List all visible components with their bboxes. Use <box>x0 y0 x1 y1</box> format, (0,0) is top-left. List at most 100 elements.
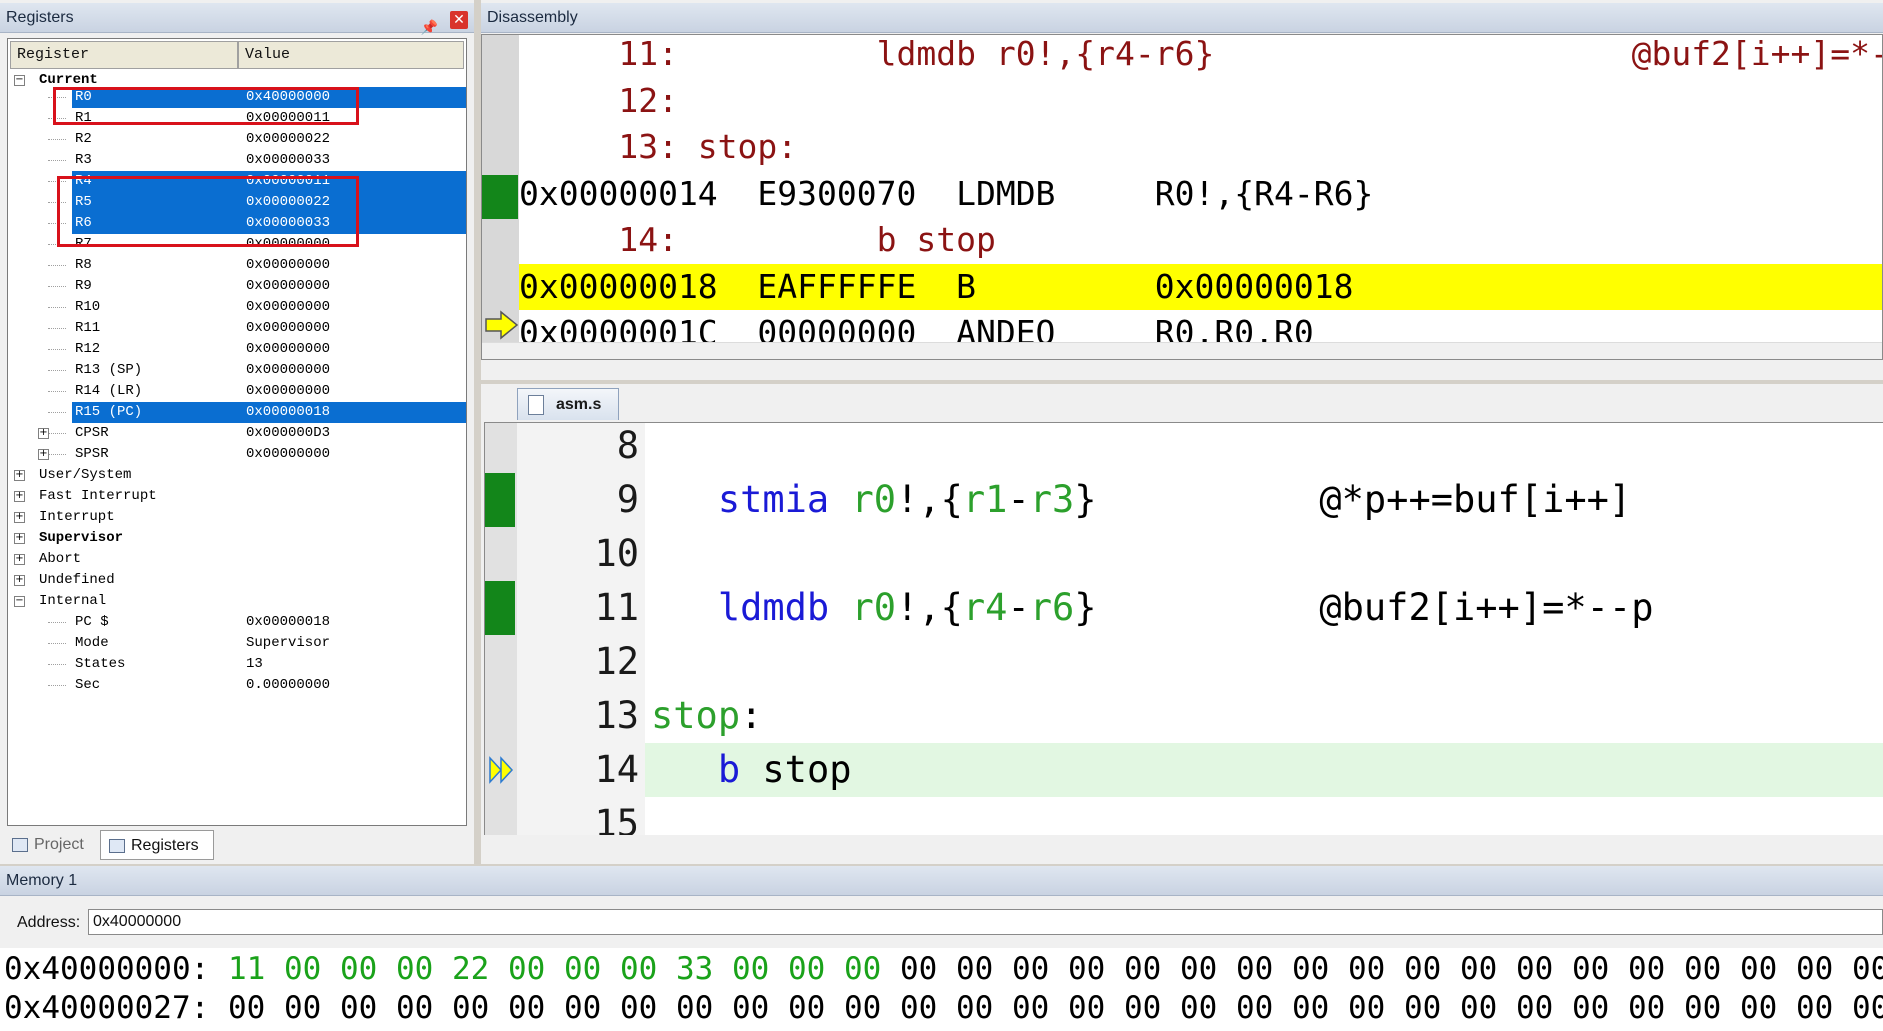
memory-byte[interactable]: 00 <box>1740 990 1777 1026</box>
memory-byte[interactable]: 00 <box>564 951 601 987</box>
internal-value[interactable]: Supervisor <box>246 633 330 654</box>
memory-byte[interactable]: 00 <box>284 990 321 1026</box>
memory-byte[interactable]: 00 <box>284 951 321 987</box>
memory-byte[interactable]: 00 <box>900 990 937 1026</box>
expand-icon[interactable]: + <box>14 512 25 523</box>
disassembly-line[interactable]: 0x00000018 EAFFFFFE B 0x00000018 <box>519 263 1882 310</box>
memory-byte[interactable]: 00 <box>1068 990 1105 1026</box>
expand-icon[interactable]: + <box>14 533 25 544</box>
memory-byte[interactable]: 00 <box>1292 951 1329 987</box>
collapse-icon[interactable]: − <box>14 75 25 86</box>
registers-tree[interactable]: Register Value − Current R0 0x40000000 R1 0x0… <box>7 38 467 826</box>
register-value[interactable]: 0x00000000 <box>246 444 330 465</box>
memory-byte[interactable]: 00 <box>1628 990 1665 1026</box>
address-input[interactable]: 0x40000000 <box>88 909 1883 935</box>
memory-byte[interactable]: 00 <box>396 951 433 987</box>
tab-project[interactable]: Project <box>4 830 96 860</box>
source-line[interactable]: 14: b stop <box>519 217 1882 263</box>
memory-byte[interactable]: 00 <box>1572 990 1609 1026</box>
memory-byte[interactable]: 00 <box>452 990 489 1026</box>
memory-byte[interactable]: 00 <box>1404 951 1441 987</box>
memory-byte[interactable]: 00 <box>1180 990 1217 1026</box>
memory-byte[interactable]: 00 <box>1348 990 1385 1026</box>
source-editor[interactable]: 89 stmia r0!,{r1-r3} @*p++=buf[i++] 10 11 … <box>484 422 1883 835</box>
expand-icon[interactable]: + <box>14 491 25 502</box>
register-row[interactable]: R9 0x00000000 <box>8 276 466 297</box>
memory-byte[interactable]: 00 <box>620 990 657 1026</box>
memory-byte[interactable]: 00 <box>900 951 937 987</box>
tree-group[interactable]: + Interrupt <box>8 507 466 528</box>
memory-byte[interactable]: 00 <box>1796 951 1833 987</box>
register-value[interactable]: 0x00000000 <box>246 297 330 318</box>
memory-byte[interactable]: 00 <box>1012 951 1049 987</box>
memory-byte[interactable]: 00 <box>1348 951 1385 987</box>
internal-row[interactable]: PC $ 0x00000018 <box>8 612 466 633</box>
memory-byte[interactable]: 00 <box>1740 951 1777 987</box>
code-line[interactable]: 11 ldmdb r0!,{r4-r6} @buf2[i++]=*--p <box>485 581 1883 635</box>
code-line[interactable]: 10 <box>485 527 1883 581</box>
memory-byte[interactable]: 11 <box>228 951 265 987</box>
code-line[interactable]: 15 <box>485 797 1883 835</box>
tree-group[interactable]: + User/System <box>8 465 466 486</box>
register-row[interactable]: R3 0x00000033 <box>8 150 466 171</box>
memory-byte[interactable]: 00 <box>788 951 825 987</box>
tree-group[interactable]: + Supervisor <box>8 528 466 549</box>
memory-byte[interactable]: 00 <box>508 951 545 987</box>
internal-value[interactable]: 0x00000018 <box>246 612 330 633</box>
memory-byte[interactable]: 00 <box>844 951 881 987</box>
memory-byte[interactable]: 00 <box>844 990 881 1026</box>
expand-icon[interactable]: + <box>14 575 25 586</box>
column-register[interactable]: Register <box>10 41 238 69</box>
memory-byte[interactable]: 00 <box>956 951 993 987</box>
register-row[interactable]: R15 (PC) 0x00000018 <box>8 402 466 423</box>
internal-value[interactable]: 13 <box>246 654 263 675</box>
disassembly-hscrollbar[interactable] <box>482 342 1882 359</box>
expand-icon[interactable]: + <box>14 554 25 565</box>
register-row[interactable]: R13 (SP) 0x00000000 <box>8 360 466 381</box>
memory-byte[interactable]: 00 <box>1628 951 1665 987</box>
internal-value[interactable]: 0.00000000 <box>246 675 330 696</box>
register-value[interactable]: 0x00000000 <box>246 255 330 276</box>
memory-byte[interactable]: 00 <box>1292 990 1329 1026</box>
tree-group[interactable]: + Undefined <box>8 570 466 591</box>
expand-icon[interactable]: + <box>14 470 25 481</box>
memory-byte[interactable]: 00 <box>1124 951 1161 987</box>
memory-byte[interactable]: 00 <box>340 990 377 1026</box>
expand-icon[interactable]: + <box>38 428 49 439</box>
tab-registers[interactable]: Registers <box>100 830 214 860</box>
memory-byte[interactable]: 00 <box>340 951 377 987</box>
tree-group[interactable]: − Internal <box>8 591 466 612</box>
memory-byte[interactable]: 00 <box>1516 951 1553 987</box>
register-value[interactable]: 0x00000018 <box>246 402 330 423</box>
memory-byte[interactable]: 00 <box>956 990 993 1026</box>
memory-byte[interactable]: 00 <box>228 990 265 1026</box>
register-row[interactable]: R14 (LR) 0x00000000 <box>8 381 466 402</box>
register-value[interactable]: 0x00000000 <box>246 360 330 381</box>
memory-view[interactable]: 0x40000000: 11 00 00 00 22 00 00 00 33 0… <box>0 948 1883 1031</box>
collapse-icon[interactable]: − <box>14 596 25 607</box>
memory-byte[interactable]: 00 <box>1684 951 1721 987</box>
source-line[interactable]: 11: ldmdb r0!,{r4-r6} @buf2[i++]=*--p <box>519 35 1882 77</box>
memory-byte[interactable]: 00 <box>676 990 713 1026</box>
memory-byte[interactable]: 00 <box>508 990 545 1026</box>
internal-row[interactable]: Sec 0.00000000 <box>8 675 466 696</box>
register-value[interactable]: 0x00000033 <box>246 150 330 171</box>
source-line[interactable]: 13: stop: <box>519 124 1882 170</box>
close-icon[interactable]: ✕ <box>450 11 468 29</box>
tab-asm-s[interactable]: asm.s <box>517 388 619 420</box>
memory-byte[interactable]: 00 <box>1852 951 1883 987</box>
register-value[interactable]: 0x000000D3 <box>246 423 330 444</box>
register-value[interactable]: 0x00000000 <box>246 318 330 339</box>
memory-byte[interactable]: 00 <box>396 990 433 1026</box>
memory-byte[interactable]: 00 <box>732 951 769 987</box>
register-row[interactable]: + CPSR 0x000000D3 <box>8 423 466 444</box>
register-row[interactable]: + SPSR 0x00000000 <box>8 444 466 465</box>
memory-byte[interactable]: 00 <box>1180 951 1217 987</box>
disassembly-line[interactable]: 0x00000014 E9300070 LDMDB R0!,{R4-R6} <box>519 171 1882 217</box>
internal-row[interactable]: Mode Supervisor <box>8 633 466 654</box>
register-value[interactable]: 0x00000000 <box>246 339 330 360</box>
memory-byte[interactable]: 00 <box>788 990 825 1026</box>
memory-byte[interactable]: 22 <box>452 951 489 987</box>
register-value[interactable]: 0x00000022 <box>246 129 330 150</box>
code-line[interactable]: 8 <box>485 423 1883 473</box>
